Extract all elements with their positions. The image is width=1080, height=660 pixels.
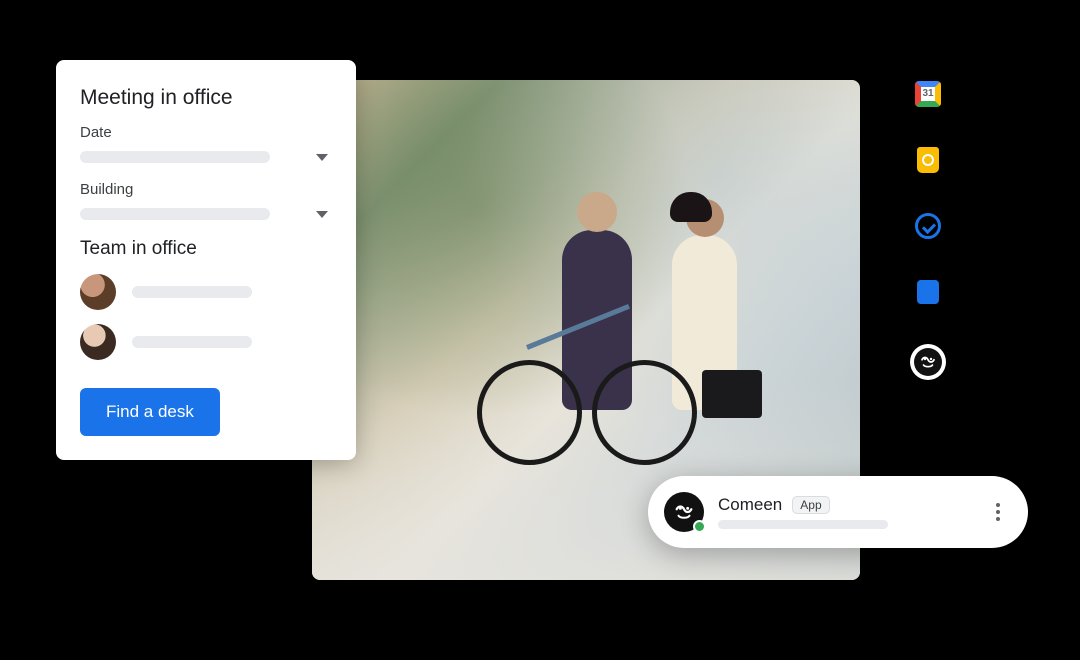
more-options-button[interactable] [988,495,1008,529]
comeen-chat-pill[interactable]: Comeen App [648,476,1028,548]
avatar [80,324,116,360]
building-dropdown[interactable] [80,208,332,220]
app-name: Comeen [718,495,782,515]
placeholder [80,151,270,163]
comeen-icon[interactable] [910,344,946,380]
placeholder [132,336,252,348]
calendar-icon[interactable]: 31 [914,80,942,108]
meeting-card: Meeting in office Date Building Team in … [56,60,356,460]
placeholder [80,208,270,220]
tasks-icon[interactable] [914,212,942,240]
comeen-app-avatar [664,492,704,532]
building-label: Building [80,181,332,198]
date-dropdown[interactable] [80,151,332,163]
date-label: Date [80,124,332,141]
chevron-down-icon [316,211,328,218]
placeholder [132,286,252,298]
placeholder [718,520,888,529]
avatar [80,274,116,310]
presence-dot-icon [693,520,706,533]
card-title: Meeting in office [80,86,332,110]
keep-icon[interactable] [914,146,942,174]
find-desk-button[interactable]: Find a desk [80,388,220,436]
team-heading: Team in office [80,238,332,260]
contacts-icon[interactable] [914,278,942,306]
side-panel-rail: 31 [908,80,948,380]
team-row [80,274,332,310]
bicycle-figure [487,345,687,465]
team-row [80,324,332,360]
bag-figure [702,370,762,418]
chevron-down-icon [316,154,328,161]
app-badge: App [792,496,829,514]
